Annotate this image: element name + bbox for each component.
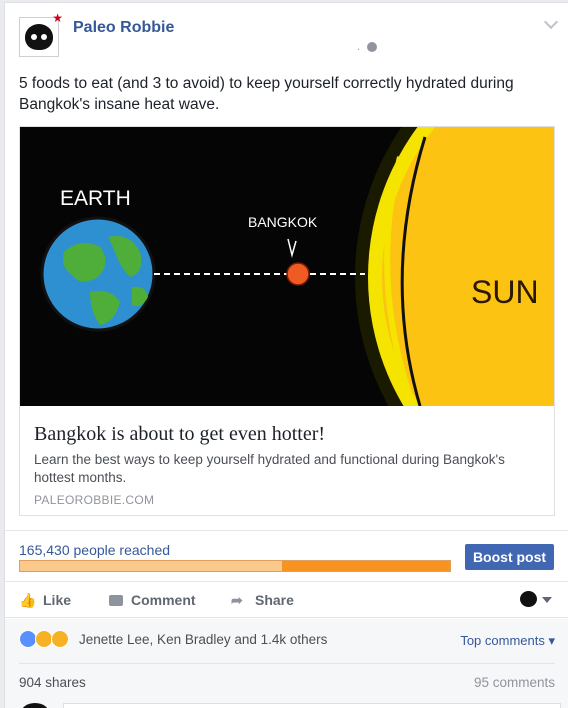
comment-input[interactable] [63, 703, 561, 708]
globe-icon [367, 42, 378, 53]
shares-count[interactable]: 904 shares [19, 675, 86, 690]
share-button[interactable]: ➦ Share [231, 583, 294, 617]
post-meta: . [357, 41, 378, 53]
comment-label: Comment [131, 592, 196, 608]
comment-button[interactable]: Comment [109, 583, 196, 617]
share-arrow-icon: ➦ [231, 592, 243, 608]
bangkok-label: BANGKOK [248, 214, 318, 230]
like-button[interactable]: 👍 Like [19, 583, 71, 617]
page-name[interactable]: Paleo Robbie [73, 19, 174, 37]
divider [5, 617, 568, 618]
comments-count[interactable]: 95 comments [474, 675, 555, 690]
avatar-character [25, 24, 53, 50]
divider [5, 581, 568, 582]
share-label: Share [255, 592, 294, 608]
post-as-selector[interactable] [520, 591, 552, 609]
caret-down-icon [542, 597, 552, 603]
boost-post-button[interactable]: Boost post [465, 544, 554, 570]
page-avatar[interactable]: ★ [19, 12, 63, 57]
reach-progress-bar [19, 560, 451, 572]
comment-icon [109, 594, 123, 606]
reactors-summary[interactable]: Jenette Lee, Ken Bradley and 1.4k others [79, 632, 327, 647]
post-card: ★ Paleo Robbie . 5 foods to eat (and 3 t… [4, 2, 568, 708]
earth-sun-illustration: EARTH BANGKOK SUN [20, 127, 554, 406]
sun-label: SUN [471, 274, 539, 310]
thumbs-up-icon: 👍 [19, 592, 37, 608]
divider [19, 663, 555, 664]
star-icon: ★ [52, 11, 63, 25]
reactions-section: Jenette Lee, Ken Bradley and 1.4k others… [5, 619, 568, 708]
reach-progress-fill [282, 561, 450, 571]
people-reached[interactable]: 165,430 people reached [19, 542, 170, 558]
earth-label: EARTH [60, 187, 131, 210]
wow-icon [51, 630, 69, 648]
meta-dot: . [357, 41, 361, 53]
action-bar: 👍 Like Comment ➦ Share [5, 583, 568, 617]
divider [5, 530, 568, 531]
top-comments-dropdown[interactable]: Top comments ▾ [460, 633, 555, 649]
post-text: 5 foods to eat (and 3 to avoid) to keep … [19, 75, 514, 113]
link-description: Learn the best ways to keep yourself hyd… [34, 452, 505, 485]
chevron-down-icon[interactable] [543, 14, 559, 30]
page-avatar-small [520, 591, 537, 607]
like-label: Like [43, 592, 72, 608]
link-domain: PALEOROBBIE.COM [34, 493, 155, 507]
link-preview-image[interactable]: EARTH BANGKOK SUN [20, 127, 554, 406]
commenter-avatar [21, 703, 49, 708]
link-preview[interactable]: EARTH BANGKOK SUN Bangkok is about to ge… [19, 126, 555, 516]
link-title[interactable]: Bangkok is about to get even hotter! [34, 423, 325, 446]
